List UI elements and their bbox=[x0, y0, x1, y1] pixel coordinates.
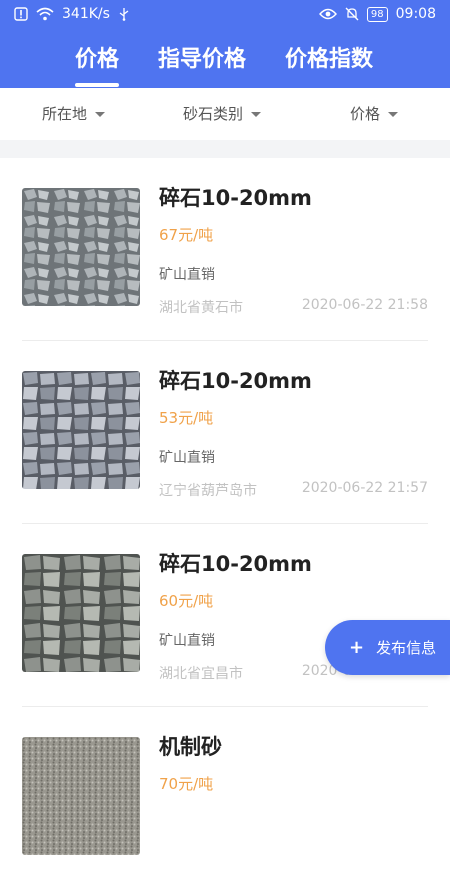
product-image bbox=[22, 371, 140, 489]
filter-price[interactable]: 价格 bbox=[350, 88, 399, 140]
item-source: 矿山直销 bbox=[159, 450, 215, 466]
filter-label: 砂石类别 bbox=[183, 105, 244, 123]
item-price: 60元/吨 bbox=[159, 592, 214, 610]
tab-bar: 价格 指导价格 价格指数 bbox=[0, 40, 450, 88]
publish-button[interactable]: + 发布信息 bbox=[325, 620, 450, 675]
item-title: 碎石10-20mm bbox=[159, 186, 312, 210]
status-bar: 341K/s 98 09:08 bbox=[0, 0, 450, 30]
usb-icon bbox=[118, 7, 130, 21]
list-item[interactable]: 碎石10-20mm 60元/吨 矿山直销 湖北省宜昌市 2020-06-22 2… bbox=[0, 524, 450, 707]
filter-label: 所在地 bbox=[42, 105, 88, 123]
caret-down-icon bbox=[95, 111, 106, 117]
publish-label: 发布信息 bbox=[376, 639, 437, 657]
battery-indicator: 98 bbox=[366, 6, 388, 22]
tab-price[interactable]: 价格 bbox=[75, 40, 119, 88]
eye-icon bbox=[318, 8, 337, 20]
tab-price-index[interactable]: 价格指数 bbox=[285, 40, 373, 88]
item-location: 湖北省宜昌市 bbox=[159, 666, 243, 682]
active-tab-indicator bbox=[75, 83, 119, 87]
item-location: 辽宁省葫芦岛市 bbox=[159, 483, 257, 499]
item-price: 67元/吨 bbox=[159, 226, 214, 244]
network-speed: 341K/s bbox=[62, 6, 110, 22]
list-item[interactable]: 机制砂 70元/吨 bbox=[0, 707, 450, 890]
caret-down-icon bbox=[251, 111, 262, 117]
product-image bbox=[22, 554, 140, 672]
list-item[interactable]: 碎石10-20mm 67元/吨 矿山直销 湖北省黄石市 2020-06-22 2… bbox=[0, 158, 450, 341]
section-separator bbox=[0, 140, 450, 158]
item-title: 机制砂 bbox=[159, 735, 222, 759]
item-source: 矿山直销 bbox=[159, 267, 215, 283]
filter-location[interactable]: 所在地 bbox=[42, 88, 106, 140]
filter-bar: 所在地 砂石类别 价格 bbox=[0, 88, 450, 140]
app-header: 341K/s 98 09:08 价格 指导价格 价格指数 bbox=[0, 0, 450, 88]
item-price: 53元/吨 bbox=[159, 409, 214, 427]
list-item[interactable]: 碎石10-20mm 53元/吨 矿山直销 辽宁省葫芦岛市 2020-06-22 … bbox=[0, 341, 450, 524]
product-image bbox=[22, 737, 140, 855]
item-location: 湖北省黄石市 bbox=[159, 300, 243, 316]
caret-down-icon bbox=[388, 111, 399, 117]
filter-category[interactable]: 砂石类别 bbox=[183, 88, 262, 140]
mute-bell-icon bbox=[345, 7, 359, 21]
item-title: 碎石10-20mm bbox=[159, 369, 312, 393]
filter-label: 价格 bbox=[350, 105, 381, 123]
item-source: 矿山直销 bbox=[159, 633, 215, 649]
plus-icon: + bbox=[349, 637, 365, 658]
item-time: 2020-06-22 21:58 bbox=[301, 297, 428, 313]
item-title: 碎石10-20mm bbox=[159, 552, 312, 576]
clock: 09:08 bbox=[395, 6, 436, 22]
item-time: 2020-06-22 21:57 bbox=[301, 480, 428, 496]
tab-guide-price[interactable]: 指导价格 bbox=[158, 40, 246, 88]
alert-icon bbox=[14, 7, 28, 21]
product-image bbox=[22, 188, 140, 306]
wifi-icon bbox=[36, 7, 54, 21]
item-price: 70元/吨 bbox=[159, 775, 214, 793]
